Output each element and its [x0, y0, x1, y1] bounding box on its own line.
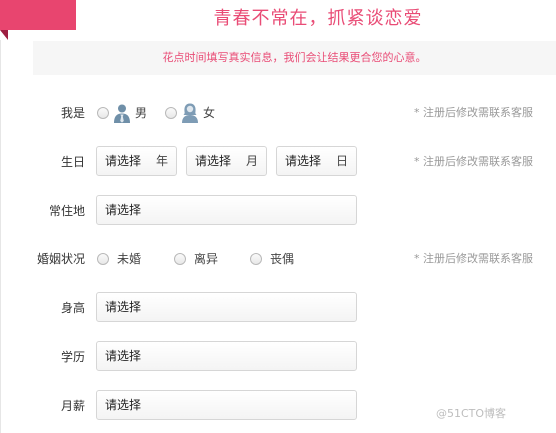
male-icon: [113, 103, 131, 123]
page-title: 青春不常在，抓紧谈恋爱: [213, 8, 423, 29]
gender-female-label: 女: [203, 106, 216, 120]
height-row: 身高 请选择: [0, 292, 556, 324]
height-select[interactable]: 请选择: [96, 292, 357, 322]
birth-month-select[interactable]: 请选择 月: [186, 146, 267, 176]
ribbon-fold: [0, 30, 8, 40]
salary-select[interactable]: 请选择: [96, 390, 357, 420]
birth-month-placeholder: 请选择: [195, 154, 232, 168]
height-label: 身高: [60, 301, 85, 315]
education-placeholder: 请选择: [105, 349, 142, 363]
birth-day-placeholder: 请选择: [285, 154, 322, 168]
notice-banner: 花点时间填写真实信息，我们会让结果更合您的心意。: [33, 41, 556, 75]
marital-widowed-label: 丧偶: [270, 252, 295, 266]
marital-divorced-label: 离异: [194, 252, 219, 266]
birth-day-unit: 日: [335, 154, 348, 168]
salary-label: 月薪: [60, 399, 85, 413]
gender-hint: * 注册后修改需联系客服: [414, 106, 533, 119]
birthday-label: 生日: [60, 155, 85, 169]
gender-male-radio[interactable]: [97, 107, 109, 119]
residence-row: 常住地 请选择: [0, 195, 556, 227]
birth-year-select[interactable]: 请选择 年: [96, 146, 177, 176]
gender-label: 我是: [60, 106, 85, 120]
gender-row: 我是 男 女 * 注册后修改需联系客服: [0, 97, 556, 129]
marital-label: 婚姻状况: [36, 252, 85, 266]
birth-month-unit: 月: [245, 154, 258, 168]
residence-label: 常住地: [48, 204, 85, 218]
female-icon: [181, 103, 199, 123]
marital-row: 婚姻状况 未婚 离异 丧偶 * 注册后修改需联系客服: [0, 243, 556, 275]
marital-widowed-radio[interactable]: [250, 253, 262, 265]
birth-year-unit: 年: [155, 154, 168, 168]
height-placeholder: 请选择: [105, 300, 142, 314]
education-label: 学历: [60, 350, 85, 364]
gender-male-label: 男: [135, 106, 148, 120]
watermark: @51CTO博客: [436, 407, 507, 420]
marital-hint: * 注册后修改需联系客服: [414, 252, 533, 265]
marital-divorced-radio[interactable]: [174, 253, 186, 265]
education-row: 学历 请选择: [0, 341, 556, 373]
birthday-row: 生日 请选择 年 请选择 月 请选择 日 * 注册后修改需联系客服: [0, 146, 556, 178]
residence-select[interactable]: 请选择: [96, 195, 357, 225]
gender-female-radio[interactable]: [165, 107, 177, 119]
salary-placeholder: 请选择: [105, 398, 142, 412]
marital-single-radio[interactable]: [97, 253, 109, 265]
birth-year-placeholder: 请选择: [105, 154, 142, 168]
residence-placeholder: 请选择: [105, 203, 142, 217]
birth-day-select[interactable]: 请选择 日: [276, 146, 357, 176]
marital-single-label: 未婚: [117, 252, 142, 266]
birthday-hint: * 注册后修改需联系客服: [414, 155, 533, 168]
education-select[interactable]: 请选择: [96, 341, 357, 371]
